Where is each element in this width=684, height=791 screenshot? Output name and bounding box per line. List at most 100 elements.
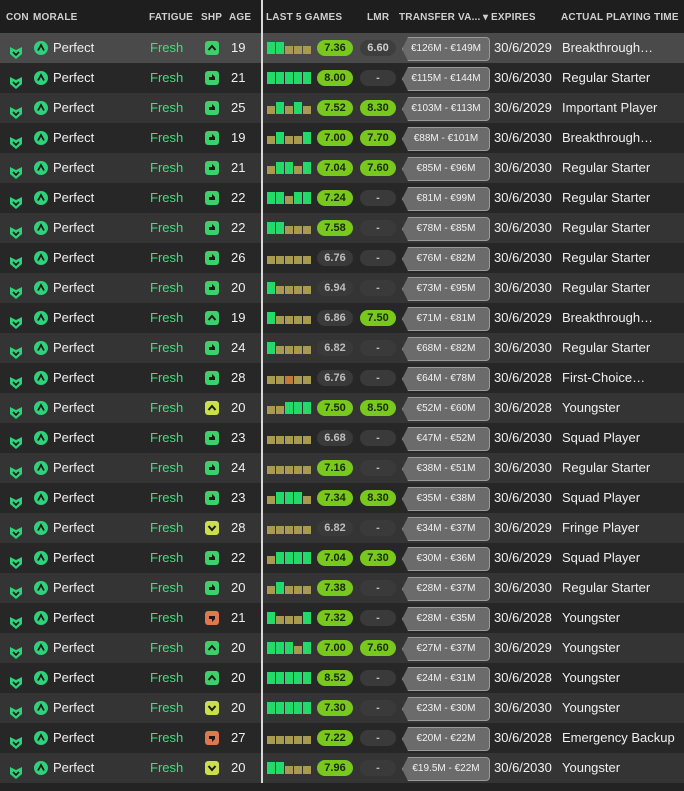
contract-expires: 30/6/2028	[494, 400, 552, 415]
playing-time: Breakthrough…	[562, 310, 654, 325]
sharpness-down-icon	[205, 761, 219, 775]
last5-bar	[285, 436, 293, 444]
condition-icon	[9, 41, 23, 59]
table-row[interactable]: Perfect Fresh 20 8.52- €24M - €31M 30/6/2028 Y…	[0, 663, 684, 693]
last5-bar	[276, 222, 284, 234]
header-sort-icon: ▾	[483, 12, 489, 23]
morale-value: Perfect	[53, 40, 95, 55]
contract-expires: 30/6/2029	[494, 640, 552, 655]
header-age[interactable]: AGE	[229, 12, 251, 23]
last5-bar	[285, 642, 293, 654]
average-rating: 6.94	[317, 280, 353, 296]
table-row[interactable]: Perfect Fresh 21 8.00- €115M - €144M 30/6/203…	[0, 63, 684, 93]
lmr-value: 7.60	[360, 640, 396, 656]
last5-bar	[285, 402, 293, 414]
header-last5[interactable]: LAST 5 GAMES	[266, 12, 342, 23]
average-rating: 7.00	[317, 130, 353, 146]
table-row[interactable]: Perfect Fresh 25 7.52 8.30 €103M - €113M 30/6/…	[0, 93, 684, 123]
morale-icon	[34, 311, 48, 325]
last5-bar	[285, 376, 293, 384]
transfer-value: €38M - €51M	[402, 457, 490, 481]
playing-time: Youngster	[562, 400, 621, 415]
table-row[interactable]: Perfect Fresh 23 6.68- €47M - €52M 30/6/2030 S…	[0, 423, 684, 453]
header-lmr[interactable]: LMR	[367, 12, 389, 23]
header-fatigue[interactable]: FATIGUE	[149, 12, 193, 23]
last5-bar	[276, 672, 284, 684]
last5-bar	[267, 612, 275, 624]
last5-bar	[267, 256, 275, 264]
contract-expires: 30/6/2030	[494, 160, 552, 175]
table-row[interactable]: Perfect Fresh 28 6.82- €34M - €37M 30/6/2029 F…	[0, 513, 684, 543]
playing-time: Squad Player	[562, 490, 641, 505]
table-row[interactable]: Perfect Fresh 23 7.34 8.30 €35M - €38M 30/6/20…	[0, 483, 684, 513]
header-morale[interactable]: MORALE	[33, 12, 78, 23]
last5-games	[267, 762, 313, 774]
morale-icon	[34, 371, 48, 385]
last5-games	[267, 342, 313, 354]
table-row[interactable]: Perfect Fresh 20 7.50 8.50 €52M - €60M 30/6/20…	[0, 393, 684, 423]
table-row[interactable]: Perfect Fresh 27 7.22- €20M - €22M 30/6/2028 E…	[0, 723, 684, 753]
last5-bar	[267, 282, 275, 294]
thumbs-up-icon	[205, 191, 219, 205]
lmr-value: 7.50	[360, 310, 396, 326]
playing-time: Breakthrough…	[562, 130, 654, 145]
morale-icon	[34, 431, 48, 445]
playing-time: Breakthrough…	[562, 40, 654, 55]
contract-expires: 30/6/2030	[494, 430, 552, 445]
last5-bar	[267, 166, 275, 174]
table-row[interactable]: Perfect Fresh 20 6.94- €73M - €95M 30/6/2030 R…	[0, 273, 684, 303]
table-row[interactable]: Perfect Fresh 19 6.86 7.50 €71M - €81M 30/6/20…	[0, 303, 684, 333]
last5-bar	[303, 256, 311, 264]
table-row[interactable]: Perfect Fresh 22 7.58- €78M - €85M 30/6/2030 R…	[0, 213, 684, 243]
condition-icon	[9, 221, 23, 239]
table-row[interactable]: Perfect Fresh 28 6.76- €64M - €78M 30/6/2028 F…	[0, 363, 684, 393]
morale-icon	[34, 341, 48, 355]
lmr-value: 6.60	[360, 40, 396, 56]
table-row[interactable]: Perfect Fresh 20 7.96- €19.5M - €22M 30/6/203…	[0, 753, 684, 783]
fatigue-value: Fresh	[150, 370, 184, 385]
header-transfer-value[interactable]: TRANSFER VA...	[399, 12, 481, 23]
table-row[interactable]: Perfect Fresh 21 7.32- €28M - €35M 30/6/2028 Y…	[0, 603, 684, 633]
playing-time: First-Choice…	[562, 370, 646, 385]
fatigue-value: Fresh	[150, 550, 184, 565]
table-row[interactable]: Perfect Fresh 24 6.82- €68M - €82M 30/6/2030 R…	[0, 333, 684, 363]
morale-value: Perfect	[53, 610, 95, 625]
column-divider[interactable]	[261, 0, 263, 783]
age-value: 26	[231, 250, 246, 265]
lmr-value: 7.60	[360, 160, 396, 176]
table-row[interactable]: Perfect Fresh 24 7.16- €38M - €51M 30/6/2030 R…	[0, 453, 684, 483]
last5-bar	[285, 492, 293, 504]
fatigue-value: Fresh	[150, 610, 184, 625]
header-con[interactable]: CON	[6, 12, 29, 23]
morale-value: Perfect	[53, 640, 95, 655]
morale-icon	[34, 671, 48, 685]
table-row[interactable]: Perfect Fresh 26 6.76- €76M - €82M 30/6/2030 R…	[0, 243, 684, 273]
table-row[interactable]: Perfect Fresh 21 7.04 7.60 €85M - €96M 30/6/20…	[0, 153, 684, 183]
last5-bar	[267, 466, 275, 474]
last5-bar	[267, 136, 275, 144]
transfer-value: €47M - €52M	[402, 427, 490, 451]
table-row[interactable]: Perfect Fresh 20 7.00 7.60 €27M - €37M 30/6/20…	[0, 633, 684, 663]
table-row[interactable]: Perfect Fresh 19 7.36 6.60 €126M - €149M 30/6/…	[0, 33, 684, 63]
last5-bar	[285, 256, 293, 264]
table-row[interactable]: Perfect Fresh 22 7.24- €81M - €99M 30/6/2030 R…	[0, 183, 684, 213]
last5-games	[267, 222, 313, 234]
header-shp[interactable]: SHP	[201, 12, 222, 23]
table-row[interactable]: Perfect Fresh 19 7.00 7.70 €88M - €101M 30/6/2…	[0, 123, 684, 153]
contract-expires: 30/6/2030	[494, 340, 552, 355]
transfer-value: €103M - €113M	[402, 97, 490, 121]
last5-bar	[294, 346, 302, 354]
condition-icon	[9, 71, 23, 89]
table-row[interactable]: Perfect Fresh 22 7.04 7.30 €30M - €36M 30/6/20…	[0, 543, 684, 573]
last5-bar	[294, 586, 302, 594]
last5-bar	[285, 766, 293, 774]
last5-bar	[267, 42, 275, 54]
table-row[interactable]: Perfect Fresh 20 7.30- €23M - €30M 30/6/2030 Y…	[0, 693, 684, 723]
table-row[interactable]: Perfect Fresh 20 7.38- €28M - €37M 30/6/2030 R…	[0, 573, 684, 603]
average-rating: 7.50	[317, 400, 353, 416]
header-apt[interactable]: ACTUAL PLAYING TIME	[561, 12, 679, 23]
last5-bar	[294, 702, 302, 714]
age-value: 23	[231, 490, 246, 505]
transfer-value: €85M - €96M	[402, 157, 490, 181]
header-expires[interactable]: EXPIRES	[491, 12, 536, 23]
